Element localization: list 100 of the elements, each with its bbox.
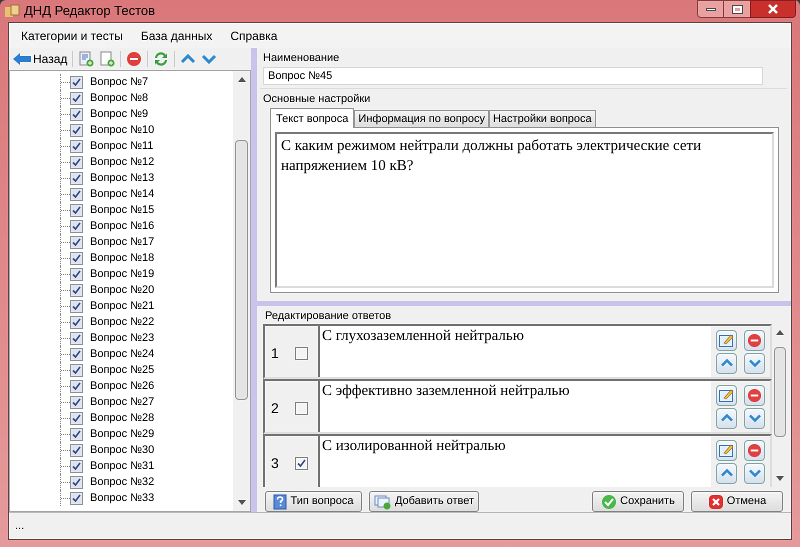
checkbox[interactable] bbox=[70, 428, 83, 440]
checkbox[interactable] bbox=[70, 332, 83, 344]
checkbox[interactable] bbox=[295, 347, 308, 360]
checkbox[interactable] bbox=[295, 457, 308, 470]
checkbox[interactable] bbox=[70, 284, 83, 296]
tree-item[interactable]: Вопрос №26 bbox=[90, 378, 154, 394]
question-mark-icon bbox=[273, 494, 288, 510]
scroll-down-icon[interactable] bbox=[238, 500, 246, 505]
tree-item[interactable]: Вопрос №20 bbox=[90, 282, 154, 298]
tree-item[interactable]: Вопрос №19 bbox=[90, 266, 154, 282]
checkbox[interactable] bbox=[70, 156, 83, 168]
menu-item[interactable]: База данных bbox=[140, 26, 212, 44]
checkbox[interactable] bbox=[70, 204, 83, 216]
question-text-field[interactable]: С каким режимом нейтрали должны работать электрические сети напряжением 10 кВ? bbox=[275, 132, 774, 288]
add-icon bbox=[374, 494, 392, 510]
checkbox[interactable] bbox=[70, 268, 83, 280]
checkbox[interactable] bbox=[70, 92, 83, 104]
checkbox[interactable] bbox=[70, 124, 83, 136]
edit-icon[interactable] bbox=[716, 330, 737, 351]
answer-number: 1 bbox=[271, 344, 280, 364]
checkbox[interactable] bbox=[70, 348, 83, 360]
scroll-down-icon[interactable] bbox=[776, 476, 784, 482]
edit-icon[interactable] bbox=[716, 384, 737, 406]
close-button[interactable] bbox=[750, 0, 796, 18]
checkbox[interactable] bbox=[70, 236, 83, 248]
add-category-icon[interactable] bbox=[78, 51, 94, 67]
menu-item[interactable]: Категории и тесты bbox=[21, 26, 123, 44]
question-type-button[interactable]: Тип вопроса bbox=[265, 491, 362, 512]
tree-item[interactable]: Вопрос №14 bbox=[90, 186, 154, 202]
checkbox[interactable] bbox=[70, 380, 83, 392]
checkbox[interactable] bbox=[70, 188, 83, 200]
tree-item[interactable]: Вопрос №8 bbox=[90, 90, 148, 106]
scrollbar[interactable] bbox=[233, 71, 250, 511]
tree-item[interactable]: Вопрос №31 bbox=[90, 458, 154, 474]
tree-item[interactable]: Вопрос №29 bbox=[90, 426, 154, 442]
refresh-icon[interactable] bbox=[153, 51, 170, 67]
checkbox[interactable] bbox=[70, 316, 83, 328]
checkmark-icon bbox=[601, 494, 618, 510]
tree-item[interactable]: Вопрос №13 bbox=[90, 170, 154, 186]
add-answer-button[interactable]: Добавить ответ bbox=[369, 491, 479, 512]
tree-item[interactable]: Вопрос №28 bbox=[90, 410, 154, 426]
checkbox[interactable] bbox=[70, 220, 83, 232]
checkbox[interactable] bbox=[70, 364, 83, 376]
tree-item[interactable]: Вопрос №21 bbox=[90, 298, 154, 314]
delete-icon[interactable] bbox=[744, 440, 765, 461]
add-document-icon[interactable] bbox=[99, 51, 116, 67]
field-label: Наименование bbox=[263, 51, 340, 66]
checkbox[interactable] bbox=[70, 252, 83, 264]
save-button[interactable]: Сохранить bbox=[592, 491, 684, 512]
delete-icon[interactable] bbox=[126, 51, 142, 67]
tree-item[interactable]: Вопрос №9 bbox=[90, 106, 148, 122]
tab[interactable]: Текст вопроса bbox=[270, 108, 354, 128]
checkbox[interactable] bbox=[70, 172, 83, 184]
tree-item[interactable]: Вопрос №24 bbox=[90, 346, 154, 362]
answer-text-field[interactable]: С изолированной нейтралью bbox=[318, 436, 711, 488]
delete-icon[interactable] bbox=[744, 330, 765, 351]
tree-item[interactable]: Вопрос №27 bbox=[90, 394, 154, 410]
tab[interactable]: Настройки вопроса bbox=[488, 110, 596, 128]
back-button[interactable]: Назад bbox=[13, 50, 68, 68]
checkbox[interactable] bbox=[70, 460, 83, 472]
tree-item[interactable]: Вопрос №10 bbox=[90, 122, 154, 138]
checkbox[interactable] bbox=[70, 108, 83, 120]
tree-item[interactable]: Вопрос №15 bbox=[90, 202, 154, 218]
maximize-button[interactable] bbox=[724, 0, 750, 18]
cancel-button[interactable]: Отмена bbox=[691, 491, 783, 512]
scroll-up-icon[interactable] bbox=[776, 330, 784, 336]
tab[interactable]: Информация по вопросу bbox=[354, 110, 489, 128]
checkbox[interactable] bbox=[70, 444, 83, 456]
tree-item[interactable]: Вопрос №32 bbox=[90, 474, 154, 490]
checkbox[interactable] bbox=[70, 140, 83, 152]
name-field[interactable]: Вопрос №45 bbox=[263, 66, 763, 85]
tree-item[interactable]: Вопрос №7 bbox=[90, 74, 148, 90]
scroll-up-icon[interactable] bbox=[238, 77, 246, 82]
tree-item[interactable]: Вопрос №18 bbox=[90, 250, 154, 266]
minimize-button[interactable] bbox=[697, 0, 724, 18]
menu-item[interactable]: Справка bbox=[230, 26, 278, 44]
tree-item[interactable]: Вопрос №17 bbox=[90, 234, 154, 250]
tree-item[interactable]: Вопрос №30 bbox=[90, 442, 154, 458]
tree-item[interactable]: Вопрос №16 bbox=[90, 218, 154, 234]
close-icon bbox=[767, 4, 779, 14]
answer-text-field[interactable]: С глухозаземленной нейтралью bbox=[318, 326, 711, 378]
tree-item[interactable]: Вопрос №11 bbox=[90, 138, 154, 154]
checkbox[interactable] bbox=[70, 76, 83, 88]
checkbox[interactable] bbox=[70, 412, 83, 424]
group-label: Редактирование ответов bbox=[265, 308, 392, 324]
close-icon bbox=[708, 494, 724, 510]
checkbox[interactable] bbox=[70, 396, 83, 408]
tree-item[interactable]: Вопрос №22 bbox=[90, 314, 154, 330]
checkbox[interactable] bbox=[70, 476, 83, 488]
checkbox[interactable] bbox=[295, 402, 308, 416]
checkbox[interactable] bbox=[70, 492, 83, 504]
tree-item[interactable]: Вопрос №33 bbox=[90, 490, 154, 506]
delete-icon[interactable] bbox=[744, 384, 765, 406]
edit-icon[interactable] bbox=[716, 440, 737, 461]
tree-item[interactable]: Вопрос №23 bbox=[90, 330, 154, 346]
tree-item[interactable]: Вопрос №12 bbox=[90, 154, 154, 170]
answer-text-field[interactable]: С эффективно заземленной нейтралью bbox=[318, 381, 711, 432]
tree-item[interactable]: Вопрос №25 bbox=[90, 362, 154, 378]
group-label: Основные настройки bbox=[263, 92, 372, 107]
checkbox[interactable] bbox=[70, 300, 83, 312]
